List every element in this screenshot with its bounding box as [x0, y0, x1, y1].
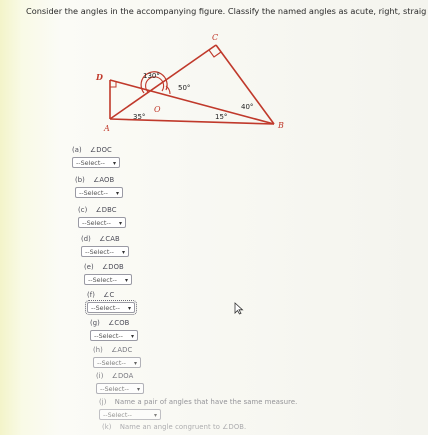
select-value: --Select-- — [88, 276, 117, 284]
question-d: (d) ∠CAB --Select-- ▾ — [81, 235, 129, 257]
classification-select-a[interactable]: --Select-- ▾ — [72, 157, 120, 168]
classification-select-b[interactable]: --Select-- ▾ — [75, 187, 123, 198]
classification-select-e[interactable]: --Select-- ▾ — [84, 274, 132, 285]
question-angle-label: ∠COB — [108, 319, 130, 327]
question-letter: (a) — [72, 146, 82, 154]
chevron-down-icon: ▾ — [115, 190, 119, 197]
question-text: Name an angle congruent to ∠DOB. — [119, 423, 247, 431]
classification-select-h[interactable]: --Select-- ▾ — [93, 357, 141, 368]
right-angle-mark-C — [208, 49, 222, 58]
question-b: (b) ∠AOB --Select-- ▾ — [75, 176, 123, 198]
question-k: (k) Name an angle congruent to ∠DOB. — [102, 423, 246, 434]
chevron-down-icon: ▾ — [112, 160, 116, 167]
select-value: --Select-- — [82, 219, 111, 227]
question-angle-label: ∠CAB — [99, 235, 120, 243]
question-letter: (f) — [87, 291, 95, 299]
angle-label-35: 35° — [133, 113, 145, 121]
select-value: --Select-- — [100, 385, 129, 393]
classification-select-i[interactable]: --Select-- ▾ — [96, 383, 144, 394]
question-g: (g) ∠COB --Select-- ▾ — [90, 319, 138, 341]
chevron-down-icon: ▾ — [127, 305, 131, 312]
question-text: Name a pair of angles that have the same… — [114, 398, 298, 406]
question-letter: (b) — [75, 176, 85, 184]
question-letter: (d) — [81, 235, 91, 243]
question-letter: (e) — [84, 263, 94, 271]
question-f: (f) ∠C --Select-- ▾ — [85, 291, 137, 315]
question-letter: (g) — [90, 319, 100, 327]
point-label-O: O — [154, 105, 161, 114]
select-value: --Select-- — [103, 411, 132, 419]
page: Consider the angles in the accompanying … — [0, 0, 428, 435]
question-e: (e) ∠DOB --Select-- ▾ — [84, 263, 132, 285]
chevron-down-icon: ▾ — [153, 412, 157, 419]
mouse-pointer-icon — [234, 302, 244, 315]
question-c: (c) ∠DBC --Select-- ▾ — [78, 206, 126, 228]
select-value: --Select-- — [79, 189, 108, 197]
question-angle-label: ∠DOB — [102, 263, 124, 271]
classification-select-c[interactable]: --Select-- ▾ — [78, 217, 126, 228]
select-value: --Select-- — [76, 159, 105, 167]
question-i: (i) ∠DOA --Select-- ▾ — [96, 372, 144, 394]
point-label-C: C — [212, 33, 218, 42]
point-label-D: D — [95, 72, 103, 82]
question-angle-label: ∠AOB — [93, 176, 115, 184]
question-angle-label: ∠ADC — [111, 346, 133, 354]
angle-label-40: 40° — [241, 103, 253, 111]
angle-pair-select[interactable]: --Select-- ▾ — [99, 409, 161, 420]
select-value: --Select-- — [91, 304, 120, 312]
angle-label-50: 50° — [178, 84, 190, 92]
select-value: --Select-- — [85, 248, 114, 256]
question-letter: (j) — [99, 398, 107, 406]
chevron-down-icon: ▾ — [130, 333, 134, 340]
select-value: --Select-- — [97, 359, 126, 367]
chevron-down-icon: ▾ — [124, 277, 128, 284]
chevron-down-icon: ▾ — [121, 249, 125, 256]
angle-label-130: 130° — [143, 72, 160, 80]
question-letter: (i) — [96, 372, 104, 380]
question-letter: (k) — [102, 423, 112, 431]
question-a: (a) ∠DOC --Select-- ▾ — [72, 146, 120, 168]
question-angle-label: ∠C — [103, 291, 115, 299]
angle-label-15: 15° — [215, 113, 227, 121]
geometry-figure: C D A B O 130° 50° 40° 35° 15° — [95, 33, 284, 133]
chevron-down-icon: ▾ — [118, 220, 122, 227]
question-letter: (h) — [93, 346, 103, 354]
chevron-down-icon: ▾ — [136, 386, 140, 393]
select-value: --Select-- — [94, 332, 123, 340]
question-j: (j) Name a pair of angles that have the … — [99, 398, 297, 420]
classification-select-f[interactable]: --Select-- ▾ — [85, 300, 137, 315]
point-label-B: B — [277, 121, 284, 130]
instruction-text: Consider the angles in the accompanying … — [26, 6, 426, 16]
point-label-A: A — [103, 124, 110, 133]
classification-select-d[interactable]: --Select-- ▾ — [81, 246, 129, 257]
question-angle-label: ∠DOA — [111, 372, 134, 380]
question-letter: (c) — [78, 206, 88, 214]
question-angle-label: ∠DBC — [95, 206, 117, 214]
chevron-down-icon: ▾ — [133, 360, 137, 367]
question-angle-label: ∠DOC — [90, 146, 112, 154]
question-h: (h) ∠ADC --Select-- ▾ — [93, 346, 141, 368]
classification-select-g[interactable]: --Select-- ▾ — [90, 330, 138, 341]
